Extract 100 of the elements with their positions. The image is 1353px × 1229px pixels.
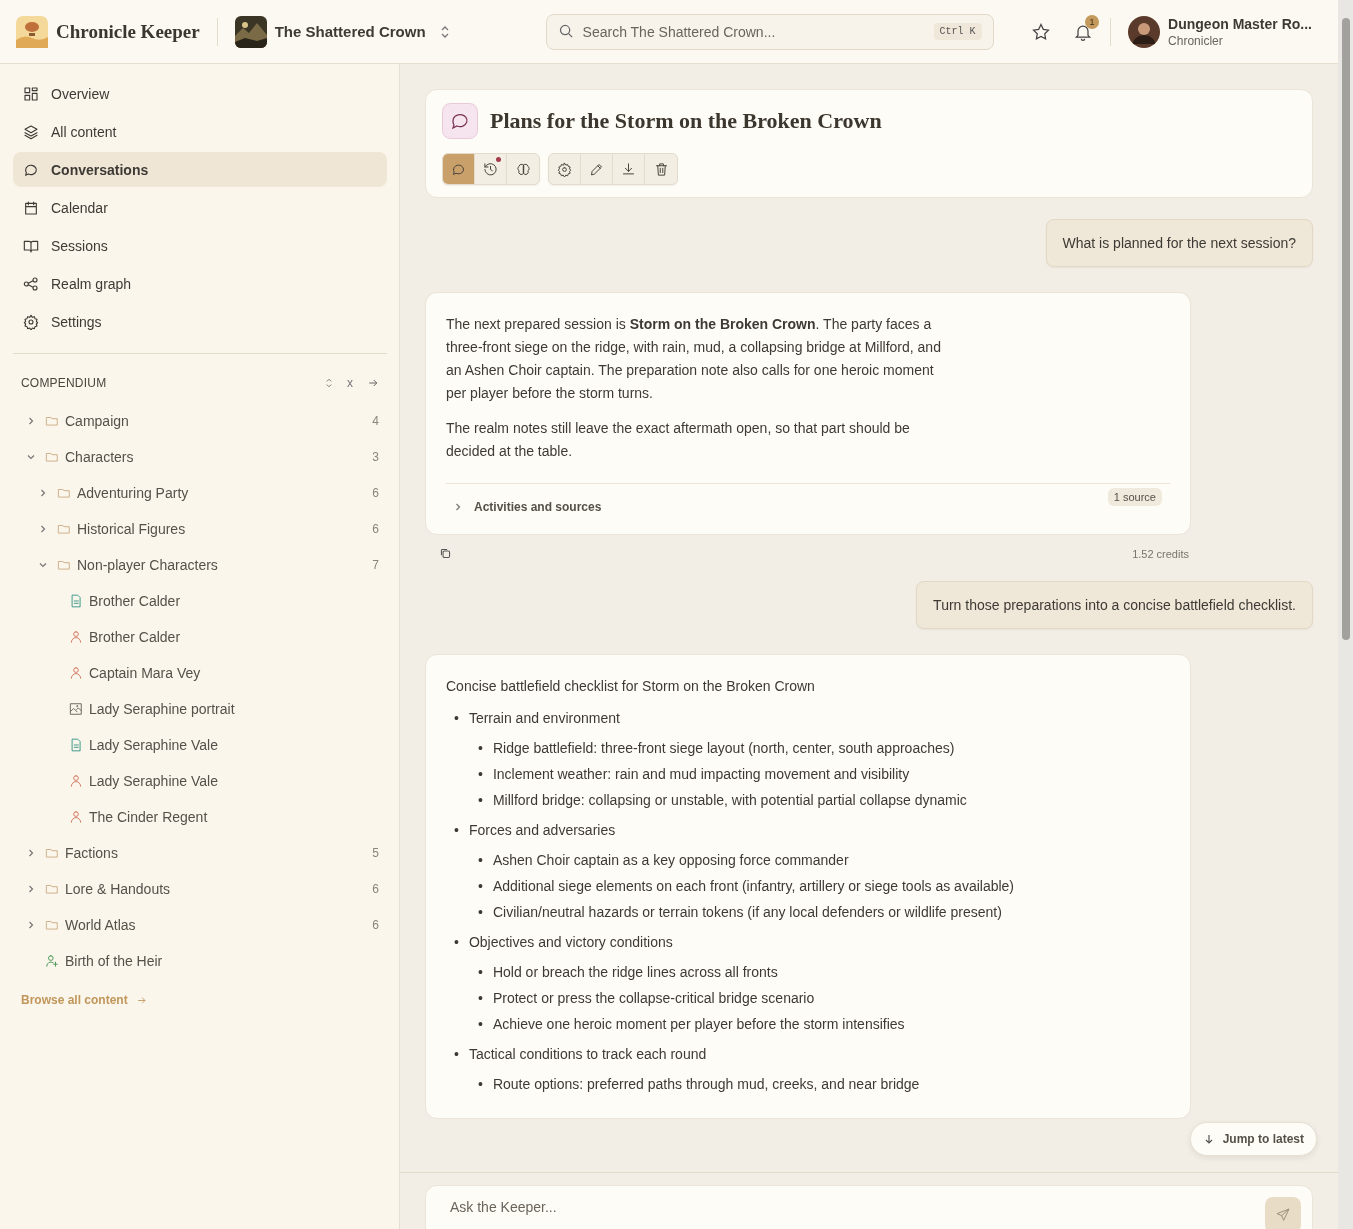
folder-icon [45,450,59,464]
app-name: Chronicle Keeper [56,20,200,43]
conversation-title: Plans for the Storm on the Broken Crown [490,108,882,134]
bullet: • [478,1016,483,1032]
tree-item[interactable]: Lady Seraphine portrait [13,691,387,727]
tree-item[interactable]: Historical Figures 6 [13,511,387,547]
tree-item[interactable]: Adventuring Party 6 [13,475,387,511]
calendar-icon [23,199,39,216]
folder-icon [45,918,59,932]
avatar-icon[interactable] [1128,15,1161,48]
user-role: Chronicler [1168,33,1224,48]
person-icon [69,774,83,788]
tree-item[interactable]: Non-player Characters 7 [13,547,387,583]
list-item: Hold or breach the ridge lines across all fronts [492,964,778,980]
message-text: The realm notes still leave the exact aftermath open, so that part should be decided at the table. [446,419,911,461]
credits-text: 1.52 credits [1132,547,1189,560]
copy-icon[interactable] [439,547,452,560]
person-add-icon [45,954,59,968]
nav-item[interactable]: Realm graph [13,266,387,301]
bullet: • [478,904,483,920]
arrow-right-icon[interactable] [367,377,379,389]
list-item: Inclement weather: rain and mud impacting movement and visibility [492,766,910,782]
bullet: • [454,710,459,726]
list-item: Route options: preferred paths through mud, creeks, and near bridge [492,1076,920,1092]
bullet: • [478,766,483,782]
send-icon [1275,1207,1291,1223]
tree-item[interactable]: The Cinder Regent [13,799,387,835]
notification-badge: 1 [1085,14,1100,29]
tree-item[interactable]: Brother Calder [13,619,387,655]
tree-item[interactable]: Characters 3 [13,439,387,475]
brain-icon [515,161,531,177]
gear-icon [557,161,572,177]
chat-tool-button[interactable] [443,154,475,184]
tree-item[interactable]: Birth of the Heir [13,943,387,979]
tree-item[interactable]: Factions 5 [13,835,387,871]
folder-icon [57,486,71,500]
list-item: Millford bridge: collapsing or unstable, with potential partial collapse dynamic [492,792,967,808]
close-button[interactable]: x [347,376,353,390]
search-icon [557,22,575,40]
nav-item[interactable]: Calendar [13,190,387,225]
folder-icon [57,522,71,536]
message-text: Concise battlefield checklist for Storm on the Broken Crown [446,677,816,696]
list-item: Additional siege elements on each front (infantry, artillery or siege tools as available) [492,878,1015,894]
bullet: • [478,878,483,894]
list-item: Ridge battlefield: three-front siege layout (north, center, south approaches) [492,740,955,756]
pencil-icon [589,161,604,177]
tree-item[interactable]: Captain Mara Vey [13,655,387,691]
folder-icon [45,846,59,860]
nav-item[interactable]: Overview [13,76,387,111]
campaign-switcher[interactable]: The Shattered Crown [234,15,450,48]
bullet: • [454,934,459,950]
tree-item[interactable]: Lady Seraphine Vale [13,763,387,799]
gear-icon [23,313,39,330]
bullet: • [478,852,483,868]
bullet: • [478,990,483,1006]
user-name: Dungeon Master Ro... [1168,15,1312,32]
list-item: Forces and adversaries [468,822,616,838]
bullet: • [478,1076,483,1092]
tree-item[interactable]: World Atlas 6 [13,907,387,943]
nav-item[interactable]: All content [13,114,387,149]
list-item: Tactical conditions to track each round [468,1046,707,1062]
source-count-badge: 1 source [1107,488,1162,506]
image-icon [69,702,83,716]
message-text: The next prepared session is Storm on the Broken Crown. The party faces a three-front siege on the ridge, with rain, mud, a collapsing bridge at Millford, and an Ashen Choir captain. The preparation note also calls for one heroic moment per player before the storm turns. [446,315,941,403]
tree-item[interactable]: Lady Seraphine Vale [13,727,387,763]
tree-item[interactable]: Brother Calder [13,583,387,619]
list-item: Achieve one heroic moment per player before the storm intensifies [492,1016,905,1032]
logo-icon [16,15,48,48]
star-icon[interactable] [1031,21,1052,42]
message-input[interactable]: Ask the Keeper... [425,1185,1313,1229]
bullet: • [478,964,483,980]
jump-to-latest-button[interactable]: Jump to latest [1189,1122,1317,1156]
nav-item[interactable]: Settings [13,304,387,339]
arrow-right-icon [135,994,147,1006]
person-icon [69,810,83,824]
person-icon [69,666,83,680]
tree-item[interactable]: Lore & Handouts 6 [13,871,387,907]
document-icon [69,738,83,752]
bullet: • [478,740,483,756]
folder-icon [45,414,59,428]
nav-item[interactable]: Sessions [13,228,387,263]
person-icon [69,630,83,644]
chat-icon [451,161,466,177]
folder-icon [45,882,59,896]
list-item: Ashen Choir captain as a key opposing force commander [492,852,849,868]
document-icon [69,594,83,608]
user-message: Turn those preparations into a concise battlefield checklist. [916,581,1313,629]
grid-icon [23,85,39,102]
bullet: • [454,1046,459,1062]
nav-item[interactable]: Conversations [13,152,387,187]
list-item: Terrain and environment [468,710,620,726]
scrollbar[interactable] [1341,18,1350,640]
folder-icon [57,558,71,572]
bullet: • [478,792,483,808]
tree-item[interactable]: Campaign 4 [13,403,387,439]
list-item: Objectives and victory conditions [468,934,673,950]
list-item: Protect or press the collapse-critical bridge scenario [492,990,815,1006]
user-message: What is planned for the next session? [1045,219,1313,267]
sources-toggle[interactable]: Activities and sources [446,492,608,522]
download-icon [621,161,636,177]
